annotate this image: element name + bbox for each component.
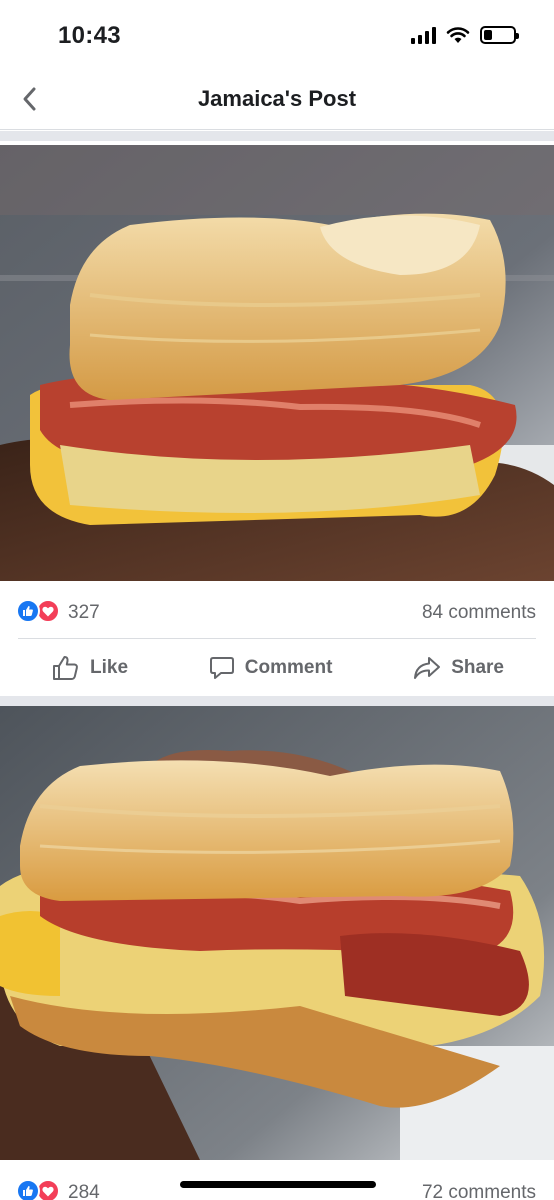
status-bar: 10:43: [0, 0, 554, 72]
like-icon: [16, 599, 40, 623]
comment-icon: [209, 656, 234, 679]
cellular-signal-icon: [411, 26, 436, 44]
wifi-icon: [446, 27, 470, 43]
navigation-bar: Jamaica's Post: [0, 72, 554, 130]
like-button[interactable]: Like: [52, 655, 128, 681]
battery-icon: [480, 26, 519, 44]
post-actions: Like Comment Share: [0, 638, 554, 696]
comment-label: Comment: [244, 656, 333, 678]
like-label: Like: [90, 656, 129, 678]
share-label: Share: [451, 656, 504, 678]
reaction-icons[interactable]: [16, 1179, 60, 1200]
section-divider: [0, 131, 554, 141]
post-photo[interactable]: [0, 706, 554, 1160]
post-reactions-summary: 327 84 comments: [0, 584, 554, 638]
share-icon: [414, 656, 441, 679]
comments-count[interactable]: 72 comments: [422, 1182, 536, 1200]
comments-count[interactable]: 84 comments: [422, 602, 536, 624]
home-indicator[interactable]: [180, 1181, 376, 1188]
thumbs-up-icon: [53, 655, 78, 680]
share-button[interactable]: Share: [413, 656, 504, 680]
like-icon: [16, 1179, 40, 1200]
reaction-count[interactable]: 284: [68, 1182, 100, 1200]
status-time: 10:43: [58, 22, 121, 49]
section-divider: [0, 696, 554, 706]
battery-level: [484, 30, 492, 40]
post-photo[interactable]: [0, 145, 554, 581]
comment-button[interactable]: Comment: [209, 655, 333, 681]
reaction-icons[interactable]: [16, 599, 60, 623]
status-icons: [411, 26, 519, 44]
reaction-count[interactable]: 327: [68, 602, 100, 624]
page-title: Jamaica's Post: [197, 86, 357, 111]
